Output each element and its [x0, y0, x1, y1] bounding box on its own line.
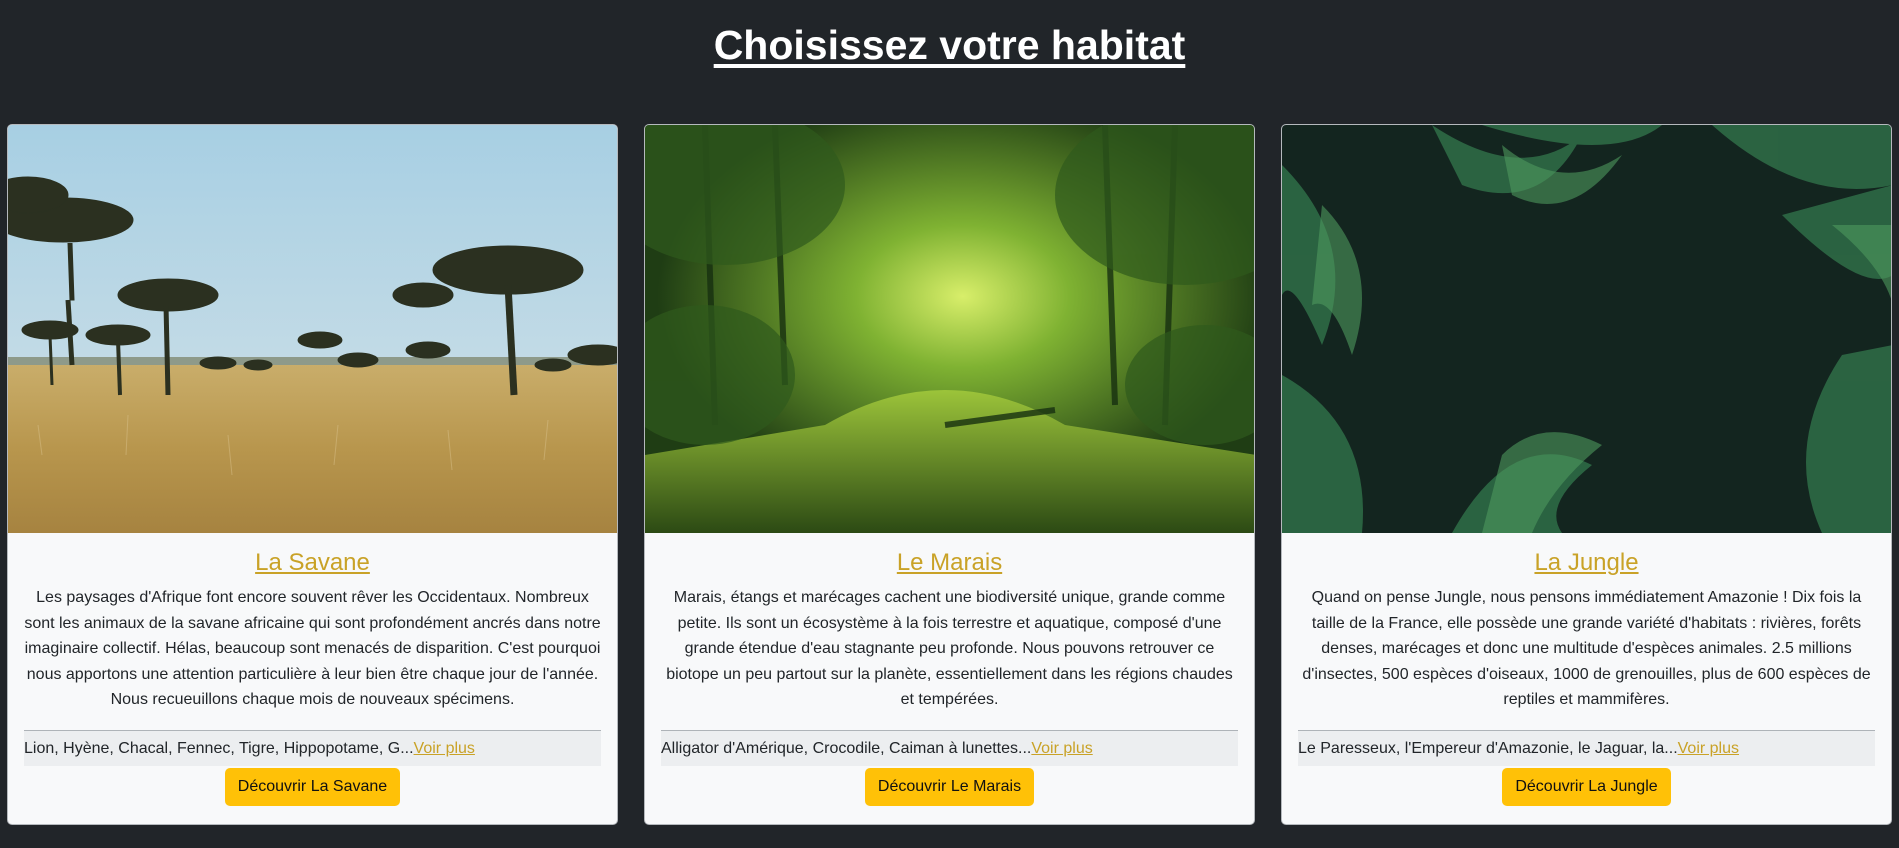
species-list: Lion, Hyène, Chacal, Fennec, Tigre, Hipp… — [24, 729, 601, 766]
discover-savane-button[interactable]: Découvrir La Savane — [224, 767, 401, 806]
swamp-landscape-image — [645, 125, 1254, 533]
habitat-card-marais: Le Marais Marais, étangs et marécages ca… — [644, 124, 1255, 825]
card-title-link[interactable]: La Jungle — [1534, 549, 1638, 577]
card-title-link[interactable]: La Savane — [255, 549, 370, 577]
species-names: Alligator d'Amérique, Crocodile, Caiman … — [661, 739, 1032, 757]
page-title: Choisissez votre habitat — [713, 22, 1186, 68]
species-names: Lion, Hyène, Chacal, Fennec, Tigre, Hipp… — [24, 739, 414, 757]
voir-plus-link[interactable]: Voir plus — [1031, 740, 1092, 757]
jungle-ferns-image — [1282, 125, 1891, 533]
discover-marais-button[interactable]: Découvrir Le Marais — [864, 767, 1035, 806]
habitat-card-jungle: La Jungle Quand on pense Jungle, nous pe… — [1281, 124, 1892, 825]
savanna-landscape-image — [8, 125, 617, 533]
card-title-link[interactable]: Le Marais — [897, 549, 1002, 577]
species-list: Alligator d'Amérique, Crocodile, Caiman … — [661, 729, 1238, 766]
voir-plus-link[interactable]: Voir plus — [414, 740, 475, 757]
card-description: Les paysages d'Afrique font encore souve… — [24, 589, 601, 708]
discover-jungle-button[interactable]: Découvrir La Jungle — [1502, 767, 1671, 806]
card-description: Marais, étangs et marécages cachent une … — [666, 589, 1233, 708]
habitat-card-savane: La Savane Les paysages d'Afrique font en… — [7, 124, 618, 825]
species-list: Le Paresseux, l'Empereur d'Amazonie, le … — [1298, 729, 1875, 766]
species-names: Le Paresseux, l'Empereur d'Amazonie, le … — [1298, 739, 1678, 757]
voir-plus-link[interactable]: Voir plus — [1678, 740, 1739, 757]
card-description: Quand on pense Jungle, nous pensons immé… — [1302, 589, 1871, 708]
